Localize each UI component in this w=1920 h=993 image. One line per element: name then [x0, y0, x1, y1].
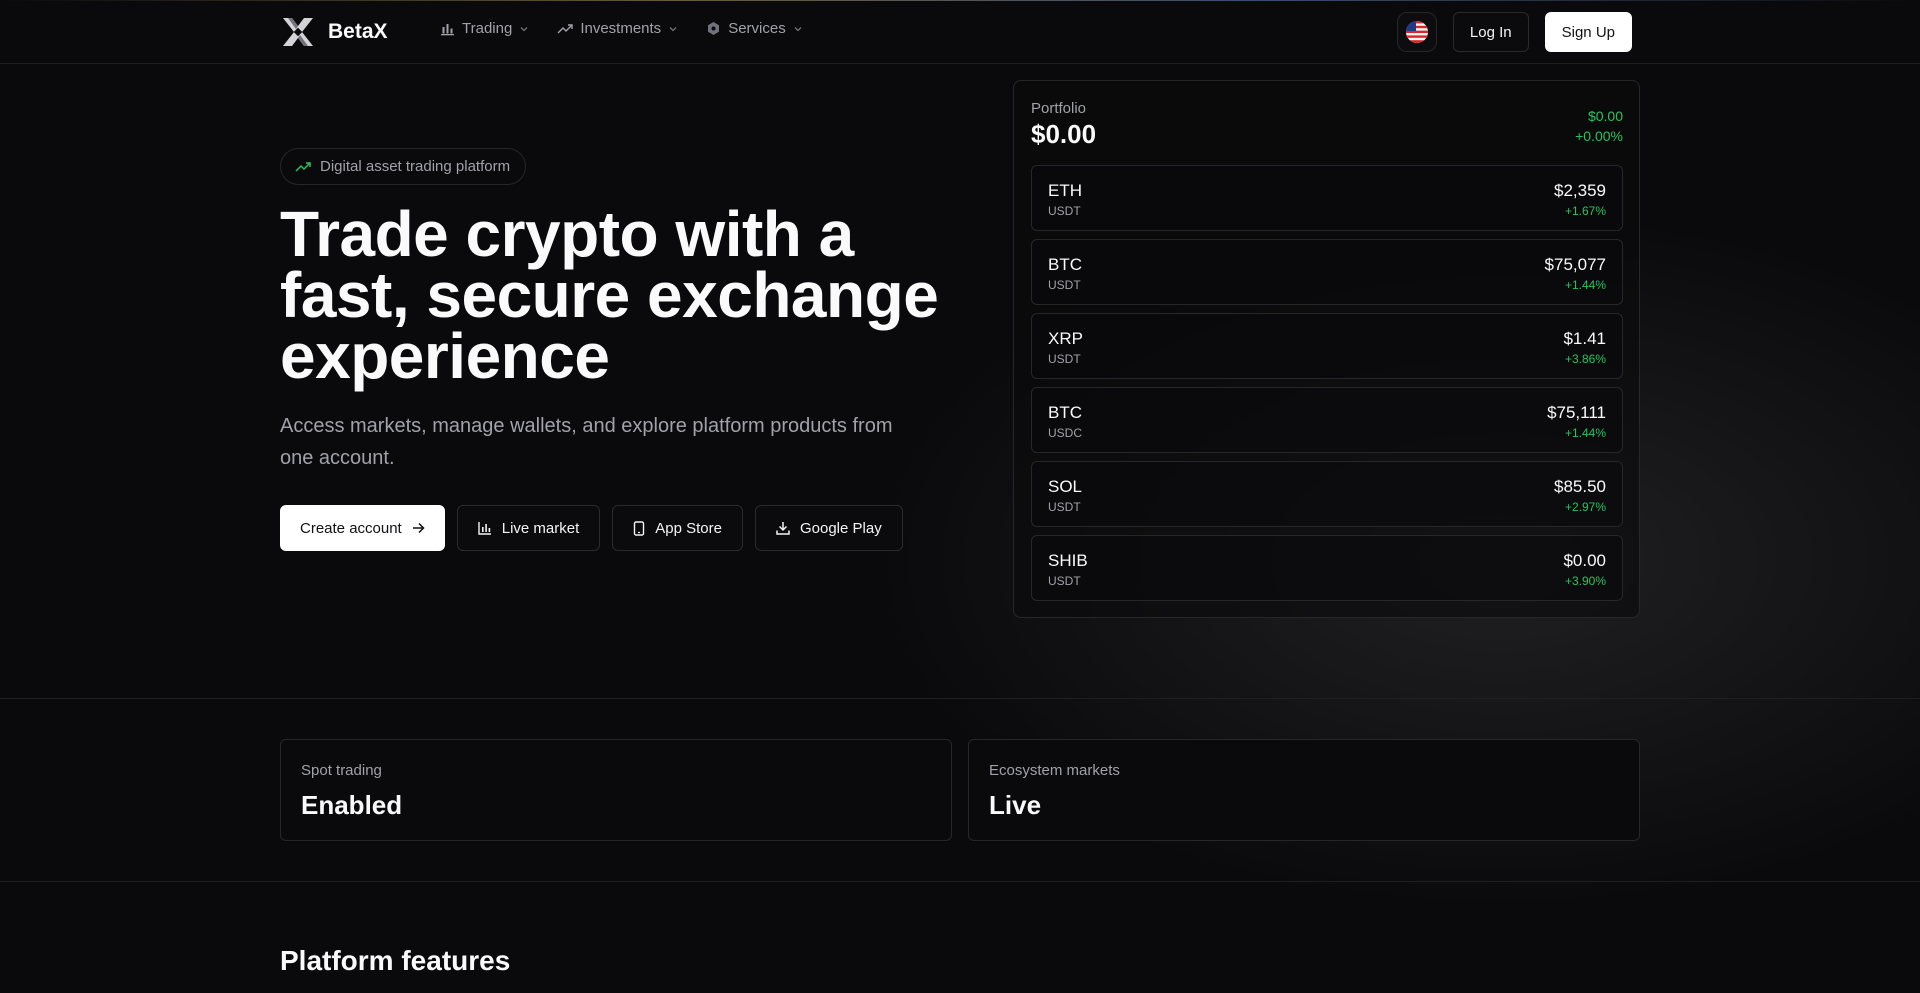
app-store-button[interactable]: App Store	[612, 505, 743, 551]
hero-badge: Digital asset trading platform	[280, 148, 527, 185]
betax-logo-icon	[283, 18, 313, 46]
bar-chart-icon	[441, 24, 454, 36]
trending-up-icon	[295, 161, 311, 172]
portfolio-label: Portfolio	[1031, 100, 1087, 117]
asset-row[interactable]: BTC USDC $75,111 +1.44%	[1031, 387, 1623, 453]
google-play-button[interactable]: Google Play	[754, 505, 903, 551]
asset-price: $2,359	[1554, 181, 1606, 200]
main-nav: Trading Investments Services	[440, 20, 803, 37]
stat-label: Spot trading	[301, 762, 382, 779]
asset-price: $85.50	[1554, 477, 1606, 496]
arrow-right-icon	[412, 522, 425, 534]
asset-quote: USDT	[1048, 352, 1081, 366]
nav-item-label: Services	[728, 20, 786, 37]
create-account-label: Create account	[300, 519, 402, 537]
nav-item-label: Investments	[580, 20, 662, 37]
nav-item-trading[interactable]: Trading	[440, 20, 529, 37]
asset-row[interactable]: BTC USDT $75,077 +1.44%	[1031, 239, 1623, 305]
asset-list: ETH USDT $2,359 +1.67% BTC USDT $75,077 …	[1031, 165, 1623, 609]
asset-symbol: ETH	[1048, 181, 1082, 200]
asset-price: $1.41	[1563, 329, 1606, 348]
asset-row[interactable]: SOL USDT $85.50 +2.97%	[1031, 461, 1623, 527]
asset-row[interactable]: SHIB USDT $0.00 +3.90%	[1031, 535, 1623, 601]
asset-quote: USDT	[1048, 500, 1081, 514]
asset-price: $75,077	[1544, 255, 1606, 274]
brand-logo[interactable]: BetaX	[280, 14, 388, 50]
asset-change: +1.67%	[1564, 204, 1606, 218]
create-account-button[interactable]: Create account	[280, 505, 445, 551]
section-divider	[0, 698, 1920, 699]
language-selector-button[interactable]	[1396, 12, 1437, 52]
hexagon-icon	[708, 22, 720, 35]
asset-change: +1.44%	[1564, 426, 1606, 440]
live-market-label: Live market	[501, 519, 580, 537]
brand-name: BetaX	[328, 20, 388, 43]
signup-button[interactable]: Sign Up	[1544, 12, 1632, 52]
asset-change: +2.97%	[1564, 500, 1606, 514]
asset-quote: USDC	[1048, 426, 1083, 440]
asset-quote: USDT	[1048, 204, 1081, 218]
asset-change: +3.86%	[1564, 352, 1606, 366]
chevron-down-icon	[520, 26, 528, 31]
hero-title: Trade crypto with a fast, secure exchang…	[280, 198, 939, 392]
header-actions: Log In Sign Up	[1396, 12, 1632, 52]
hero-badge-label: Digital asset trading platform	[320, 158, 511, 175]
asset-change: +1.44%	[1564, 278, 1606, 292]
asset-symbol: SHIB	[1048, 551, 1088, 570]
portfolio-value: $0.00	[1031, 119, 1097, 149]
download-icon	[776, 522, 790, 535]
asset-row[interactable]: XRP USDT $1.41 +3.86%	[1031, 313, 1623, 379]
bar-chart-icon	[478, 522, 491, 535]
stat-card-ecosystem-markets: Ecosystem markets Live	[968, 739, 1640, 841]
nav-item-services[interactable]: Services	[706, 20, 803, 37]
asset-quote: USDT	[1048, 278, 1081, 292]
asset-row[interactable]: ETH USDT $2,359 +1.67%	[1031, 165, 1623, 231]
chevron-down-icon	[794, 26, 802, 31]
smartphone-icon	[634, 520, 645, 536]
portfolio-change-percent: +0.00%	[1575, 128, 1623, 144]
stat-value: Live	[989, 790, 1042, 820]
chevron-down-icon	[669, 26, 677, 31]
us-flag-icon	[1405, 21, 1428, 43]
portfolio-card: Portfolio $0.00 $0.00 +0.00% ETH USDT $2…	[1013, 80, 1640, 618]
portfolio-change: $0.00 +0.00%	[1575, 106, 1623, 146]
nav-item-label: Trading	[462, 20, 513, 37]
nav-item-investments[interactable]: Investments	[557, 20, 678, 37]
trending-up-icon	[557, 24, 574, 34]
asset-price: $0.00	[1563, 551, 1606, 570]
hero-subtitle: Access markets, manage wallets, and expl…	[280, 415, 893, 469]
login-button[interactable]: Log In	[1452, 12, 1529, 52]
asset-price: $75,111	[1547, 403, 1606, 422]
site-header: BetaX Trading Investments Services Log I…	[0, 0, 1920, 64]
features-title: Platform features	[280, 945, 511, 976]
asset-quote: USDT	[1048, 574, 1081, 588]
asset-change: +3.90%	[1564, 574, 1606, 588]
stat-label: Ecosystem markets	[989, 762, 1120, 779]
live-market-button[interactable]: Live market	[456, 505, 601, 551]
portfolio-change-amount: $0.00	[1587, 108, 1623, 124]
stat-card-spot-trading: Spot trading Enabled	[280, 739, 952, 841]
asset-symbol: BTC	[1048, 255, 1082, 274]
asset-symbol: XRP	[1048, 329, 1083, 348]
asset-symbol: SOL	[1048, 477, 1083, 496]
google-play-label: Google Play	[799, 519, 882, 537]
app-store-label: App Store	[655, 519, 722, 537]
hero-actions: Create account Live market App Store Goo…	[280, 505, 903, 551]
section-divider	[0, 881, 1920, 882]
stat-value: Enabled	[301, 790, 403, 820]
asset-symbol: BTC	[1048, 403, 1082, 422]
